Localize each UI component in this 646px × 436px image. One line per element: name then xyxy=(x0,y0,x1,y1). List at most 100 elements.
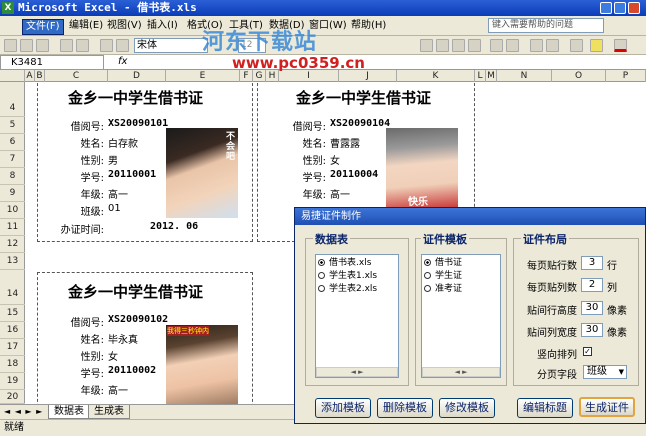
card-label: 班级: xyxy=(80,207,104,218)
list-scrollbar[interactable]: ◄ ► xyxy=(422,367,500,377)
row-header[interactable]: 18 xyxy=(0,356,25,373)
list-item[interactable]: 学生证 xyxy=(424,271,462,282)
column-header[interactable]: K xyxy=(397,70,475,82)
data-file-list[interactable]: 借书表.xls 学生表1.xls 学生表2.xls ◄ ► xyxy=(315,254,399,378)
card-label: 年级: xyxy=(302,190,326,201)
row-header[interactable]: 9 xyxy=(0,185,25,202)
sheet-tab-data[interactable]: 数据表 xyxy=(48,405,90,419)
rows-per-page-input[interactable]: 3 xyxy=(581,256,603,270)
template-list[interactable]: 借书证 学生证 准考证 ◄ ► xyxy=(421,254,501,378)
layout-group-label: 证件布局 xyxy=(521,231,569,247)
fill-color-icon[interactable] xyxy=(590,39,603,52)
vertical-arrange-checkbox[interactable]: ✓ xyxy=(583,347,592,356)
row-header[interactable]: 17 xyxy=(0,339,25,356)
borders-icon[interactable] xyxy=(570,39,583,52)
align-center-icon[interactable] xyxy=(436,39,449,52)
maximize-button[interactable] xyxy=(614,2,626,14)
merge-icon[interactable] xyxy=(468,39,481,52)
menu-help[interactable]: 帮助(H) xyxy=(348,19,389,33)
column-header[interactable]: M xyxy=(486,70,497,82)
menu-edit[interactable]: 编辑(E) xyxy=(66,19,106,33)
row-header[interactable]: 4 xyxy=(0,82,25,117)
indent-icon[interactable] xyxy=(530,39,543,52)
student-photo: 我得三秒钟内 xyxy=(166,325,238,404)
row-header[interactable]: 12 xyxy=(0,236,25,253)
list-item[interactable]: 准考证 xyxy=(424,284,462,295)
delete-template-button[interactable]: 删除模板 xyxy=(377,398,433,418)
row-header[interactable]: 16 xyxy=(0,322,25,339)
cols-per-page-label: 每页贴列数 xyxy=(527,283,577,294)
card-value: 高一 xyxy=(108,190,128,201)
row-header[interactable]: 19 xyxy=(0,373,25,390)
row-header[interactable]: 7 xyxy=(0,151,25,168)
tab-scroll-arrows-icon[interactable]: ◄ ◄ ► ► xyxy=(4,407,43,416)
column-header[interactable]: P xyxy=(606,70,646,82)
library-card: 金乡一中学生借书证 借阅号: XS20090102 姓名: 毕永真 性别: 女 … xyxy=(37,272,253,404)
fx-icon[interactable]: fx xyxy=(118,56,127,67)
row-header[interactable]: 14 xyxy=(0,270,25,305)
outdent-icon[interactable] xyxy=(546,39,559,52)
column-header[interactable]: L xyxy=(475,70,486,82)
menu-file[interactable]: 文件(F) xyxy=(22,19,64,35)
card-title: 金乡一中学生借书证 xyxy=(68,283,204,301)
sort-asc-icon[interactable] xyxy=(60,39,73,52)
row-header[interactable]: 20 xyxy=(0,390,25,404)
sort-desc-icon[interactable] xyxy=(76,39,89,52)
select-all-corner[interactable] xyxy=(0,70,25,82)
sheet-tab-generate[interactable]: 生成表 xyxy=(88,405,130,419)
close-button[interactable] xyxy=(628,2,640,14)
column-header[interactable]: A xyxy=(25,70,35,82)
align-right-icon[interactable] xyxy=(452,39,465,52)
list-item[interactable]: 学生表2.xls xyxy=(318,284,377,295)
edit-title-button[interactable]: 编辑标题 xyxy=(517,398,573,418)
card-title: 金乡一中学生借书证 xyxy=(68,89,204,107)
zoom-icon[interactable] xyxy=(116,39,129,52)
minimize-button[interactable] xyxy=(600,2,612,14)
add-template-button[interactable]: 添加模板 xyxy=(315,398,371,418)
row-gap-input[interactable]: 30 xyxy=(581,301,603,315)
percent-icon[interactable] xyxy=(490,39,503,52)
row-header[interactable]: 13 xyxy=(0,253,25,270)
help-search-input[interactable]: 键入需要帮助的问题 xyxy=(488,18,604,33)
card-value: 01 xyxy=(108,203,121,214)
cols-per-page-input[interactable]: 2 xyxy=(581,278,603,292)
name-box[interactable]: K3481 xyxy=(0,55,104,70)
col-gap-input[interactable]: 30 xyxy=(581,323,603,337)
column-header[interactable]: D xyxy=(108,70,166,82)
column-header[interactable]: O xyxy=(552,70,606,82)
column-header[interactable]: N xyxy=(497,70,552,82)
row-header[interactable]: 5 xyxy=(0,117,25,134)
align-left-icon[interactable] xyxy=(420,39,433,52)
edit-template-button[interactable]: 修改模板 xyxy=(439,398,495,418)
photo-caption: 快乐 xyxy=(408,197,428,208)
row-header[interactable]: 10 xyxy=(0,202,25,219)
column-header[interactable]: B xyxy=(35,70,45,82)
card-label: 年级: xyxy=(80,190,104,201)
row-header[interactable]: 15 xyxy=(0,305,25,322)
row-header[interactable]: 11 xyxy=(0,219,25,236)
menu-view[interactable]: 视图(V) xyxy=(104,19,145,33)
print-icon[interactable] xyxy=(20,39,33,52)
preview-icon[interactable] xyxy=(36,39,49,52)
page-field-select[interactable]: 班级 ▼ xyxy=(583,365,627,379)
card-date: 2012. 06 xyxy=(150,221,199,232)
list-item[interactable]: 借书证 xyxy=(424,258,462,269)
list-item[interactable]: 借书表.xls xyxy=(318,258,388,269)
student-photo: 快乐 xyxy=(386,128,458,208)
list-item[interactable]: 学生表1.xls xyxy=(318,271,377,282)
generate-card-button[interactable]: 生成证件 xyxy=(579,397,635,417)
help-icon[interactable] xyxy=(100,39,113,52)
card-value: 20110001 xyxy=(108,169,157,180)
card-date-label: 办证时间: xyxy=(60,225,104,236)
row-header[interactable]: 8 xyxy=(0,168,25,185)
list-scrollbar[interactable]: ◄ ► xyxy=(316,367,398,377)
column-header[interactable]: C xyxy=(45,70,108,82)
row-header[interactable]: 6 xyxy=(0,134,25,151)
comma-icon[interactable] xyxy=(506,39,519,52)
bold-icon[interactable] xyxy=(4,39,17,52)
font-color-icon[interactable] xyxy=(614,39,627,52)
menu-insert[interactable]: 插入(I) xyxy=(144,19,181,33)
column-header[interactable]: E xyxy=(166,70,240,82)
font-name-select[interactable]: 宋体 xyxy=(134,38,208,53)
radio-icon xyxy=(424,272,431,279)
